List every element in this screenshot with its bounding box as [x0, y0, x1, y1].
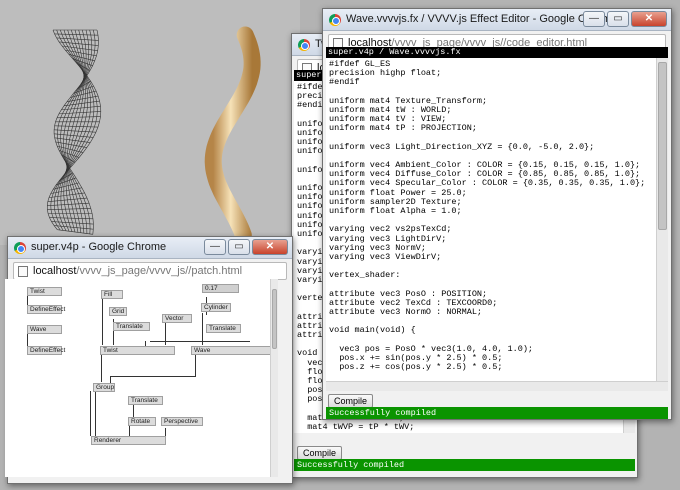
code-line: mat4 tWVP = tP * tWV; [297, 421, 415, 432]
patch-node-grid[interactable]: Grid [109, 307, 127, 316]
window-title: Wave.vvvvjs.fx / VVVV.js Effect Editor -… [346, 13, 618, 25]
code-scrollbar[interactable] [656, 58, 668, 381]
patch-node-wave-source[interactable]: Wave [27, 325, 62, 334]
patch-link [110, 376, 111, 383]
wireframe-mesh [46, 29, 102, 235]
patch-link [133, 403, 134, 417]
file-header: super.v4p / Wave.vvvvjs.fx [326, 47, 668, 58]
editor-window-wave[interactable]: Wave.vvvvjs.fx / VVVV.js Effect Editor -… [322, 8, 672, 420]
compile-status: Successfully compiled [294, 459, 635, 471]
patch-link [165, 428, 166, 436]
patch-node-perspective[interactable]: Perspective [161, 417, 203, 426]
code-line: varying vec3 ViewDirV; [329, 251, 442, 262]
patch-node-translate[interactable]: Translate [113, 322, 150, 331]
code-line: pos.z += cos(pos.y * 2.5) * 0.5; [329, 362, 503, 373]
chrome-icon [14, 242, 26, 254]
patch-node-rotate[interactable]: Rotate [128, 417, 156, 426]
compile-button[interactable]: Compile [297, 446, 343, 460]
minimize-button[interactable]: — [204, 239, 226, 255]
patch-link [150, 341, 250, 342]
minimize-button[interactable]: — [583, 11, 605, 27]
code-horizontal-scrollbar[interactable] [326, 381, 668, 391]
maximize-button[interactable]: ▭ [607, 11, 629, 27]
maximize-button[interactable]: ▭ [228, 239, 250, 255]
render-scene [46, 26, 261, 244]
patch-node-renderer[interactable]: Renderer [91, 436, 166, 445]
code-line: attribute vec3 NormO : NORMAL; [329, 307, 483, 318]
chrome-icon [329, 14, 341, 26]
patch-node-fill[interactable]: Fill [101, 290, 123, 299]
code-lines: #ifdef GL_ES precision highp float; #endif… [329, 59, 653, 373]
patch-link [27, 334, 28, 346]
patch-link [110, 376, 196, 377]
textured-tube [204, 26, 261, 244]
patch-node-ioxbox[interactable]: 0.17 [202, 284, 239, 293]
patch-node-twist-source[interactable]: Twist [27, 287, 62, 296]
code-editor[interactable]: #ifdef GL_ES precision highp float; #endif… [326, 58, 656, 381]
patch-node-vector[interactable]: Vector [162, 314, 192, 323]
patch-node-wave[interactable]: Wave [191, 346, 271, 355]
code-line: vertex_shader: [329, 270, 401, 281]
patch-link [95, 391, 96, 436]
compile-status: Successfully compiled [326, 407, 668, 419]
code-line: uniform float Alpha = 1.0; [329, 206, 462, 216]
renderer-viewport [0, 0, 300, 245]
patch-node-define-effect[interactable]: DefineEffect [27, 305, 65, 314]
patch-link [90, 391, 91, 436]
patch-link [27, 295, 28, 305]
code-line: #endif [329, 77, 360, 88]
window-titlebar[interactable]: super.v4p - Google Chrome — ▭ ✕ [8, 237, 292, 259]
close-button[interactable]: ✕ [631, 11, 667, 27]
patch-node-cylinder[interactable]: Cylinder [201, 303, 231, 312]
code-line: uniform mat4 tP : PROJECTION; [329, 123, 477, 134]
window-controls: — ▭ ✕ [204, 239, 288, 255]
patch-link [102, 299, 103, 345]
patch-link [195, 354, 196, 376]
address-bar[interactable]: localhost/vvvv_js_page/vvvv_js//patch.ht… [13, 262, 287, 280]
scrollbar-thumb[interactable] [658, 62, 667, 230]
chrome-icon [298, 39, 310, 51]
patch-scrollbar[interactable] [270, 279, 278, 477]
page-icon [18, 266, 28, 277]
patch-link [129, 426, 130, 436]
window-titlebar[interactable]: Wave.vvvvjs.fx / VVVV.js Effect Editor -… [323, 9, 671, 31]
code-line: void main(void) { [329, 325, 416, 336]
patch-node-define-effect[interactable]: DefineEffect [27, 346, 65, 355]
code-line: uniform vec3 Light_Direction_XYZ = {0.0,… [329, 141, 595, 152]
scrollbar-thumb[interactable] [272, 289, 277, 349]
window-controls: — ▭ ✕ [583, 11, 667, 27]
patch-node-twist[interactable]: Twist [100, 346, 175, 355]
patch-node-translate[interactable]: Translate [206, 324, 241, 333]
patch-link [101, 354, 102, 382]
code-line: precision highp float; [329, 68, 442, 79]
patch-node-translate[interactable]: Translate [128, 396, 163, 405]
url-host: localhost [33, 265, 77, 277]
compile-button[interactable]: Compile [328, 394, 374, 408]
window-title: super.v4p - Google Chrome [31, 241, 167, 253]
patch-canvas[interactable]: Twist DefineEffect Wave DefineEffect Fil… [5, 279, 278, 477]
url-path: /vvvv_js_page/vvvv_js//patch.html [76, 265, 243, 277]
close-button[interactable]: ✕ [252, 239, 288, 255]
patch-node-group[interactable]: Group [93, 383, 115, 392]
